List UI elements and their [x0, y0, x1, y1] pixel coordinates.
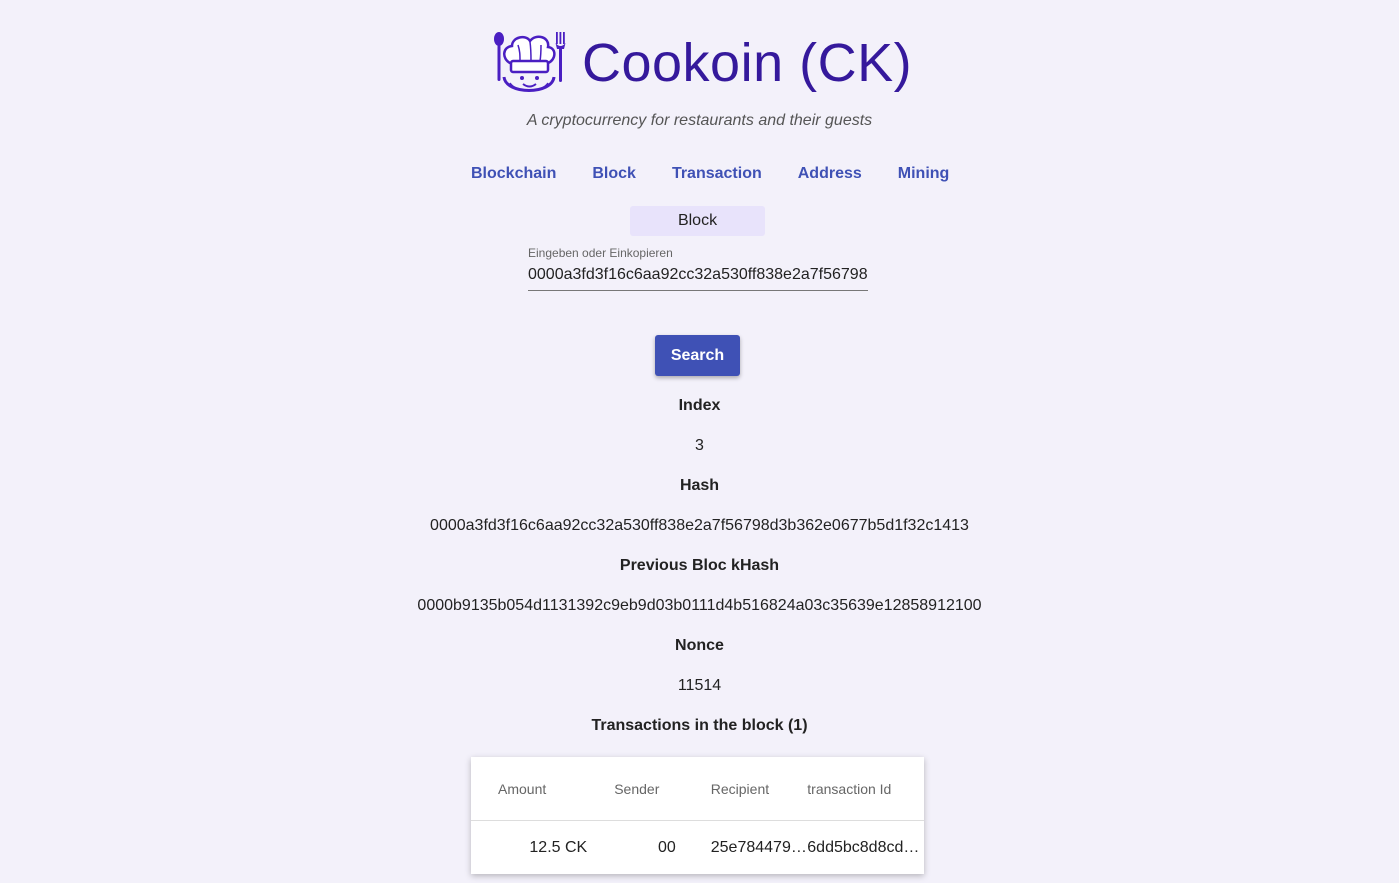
previous-hash-value: 0000b9135b054d1131392c9eb9d03b0111d4b516…: [417, 597, 982, 614]
search-input-label: Eingeben oder Einkopieren: [528, 246, 673, 260]
column-header-sender[interactable]: Sender: [614, 757, 711, 821]
table-header-row: Amount Sender Recipient transaction Id: [471, 757, 924, 821]
hash-label: Hash: [679, 477, 720, 494]
nav-block[interactable]: Block: [574, 164, 654, 184]
cell-sender: 00: [657, 839, 676, 856]
page: Cookoin (CK) A cryptocurrency for restau…: [0, 0, 1399, 883]
column-header-amount[interactable]: Amount: [471, 757, 615, 821]
column-header-recipient[interactable]: Recipient: [710, 757, 808, 821]
index-value: 3: [695, 437, 704, 454]
nav-address[interactable]: Address: [780, 164, 880, 184]
cell-transaction-id[interactable]: 6dd5bc8d8cd…: [807, 821, 924, 875]
app-title: Cookoin (CK): [582, 33, 913, 93]
transactions-table-card: Amount Sender Recipient transaction Id 1…: [471, 757, 924, 874]
previous-hash-label: Previous Bloc kHash: [619, 557, 780, 574]
index-label: Index: [678, 397, 721, 414]
brand: Cookoin (CK): [490, 28, 912, 98]
section-label-block: Block: [630, 206, 765, 236]
search-input[interactable]: [528, 264, 868, 291]
tagline: A cryptocurrency for restaurants and the…: [526, 112, 873, 129]
main-nav: Blockchain Block Transaction Address Min…: [453, 164, 967, 184]
cell-recipient[interactable]: 25e784479…: [711, 821, 808, 875]
nonce-label: Nonce: [675, 637, 724, 654]
search-button[interactable]: Search: [655, 335, 740, 376]
table-row[interactable]: 12.5 CK 00 25e784479… 6dd5bc8d8cd…: [471, 821, 924, 875]
nav-mining[interactable]: Mining: [880, 164, 968, 184]
nav-blockchain[interactable]: Blockchain: [453, 164, 574, 184]
nonce-value: 11514: [677, 677, 722, 694]
hash-value: 0000a3fd3f16c6aa92cc32a530ff838e2a7f5679…: [430, 517, 969, 534]
cell-amount: 12.5 CK: [529, 839, 588, 856]
search-field: Eingeben oder Einkopieren: [528, 246, 868, 291]
nav-transaction[interactable]: Transaction: [654, 164, 780, 184]
transactions-table: Amount Sender Recipient transaction Id 1…: [471, 757, 924, 874]
transactions-heading: Transactions in the block (1): [591, 717, 808, 734]
column-header-transaction-id[interactable]: transaction Id: [807, 757, 924, 821]
chef-hat-cutlery-icon: [494, 32, 566, 92]
